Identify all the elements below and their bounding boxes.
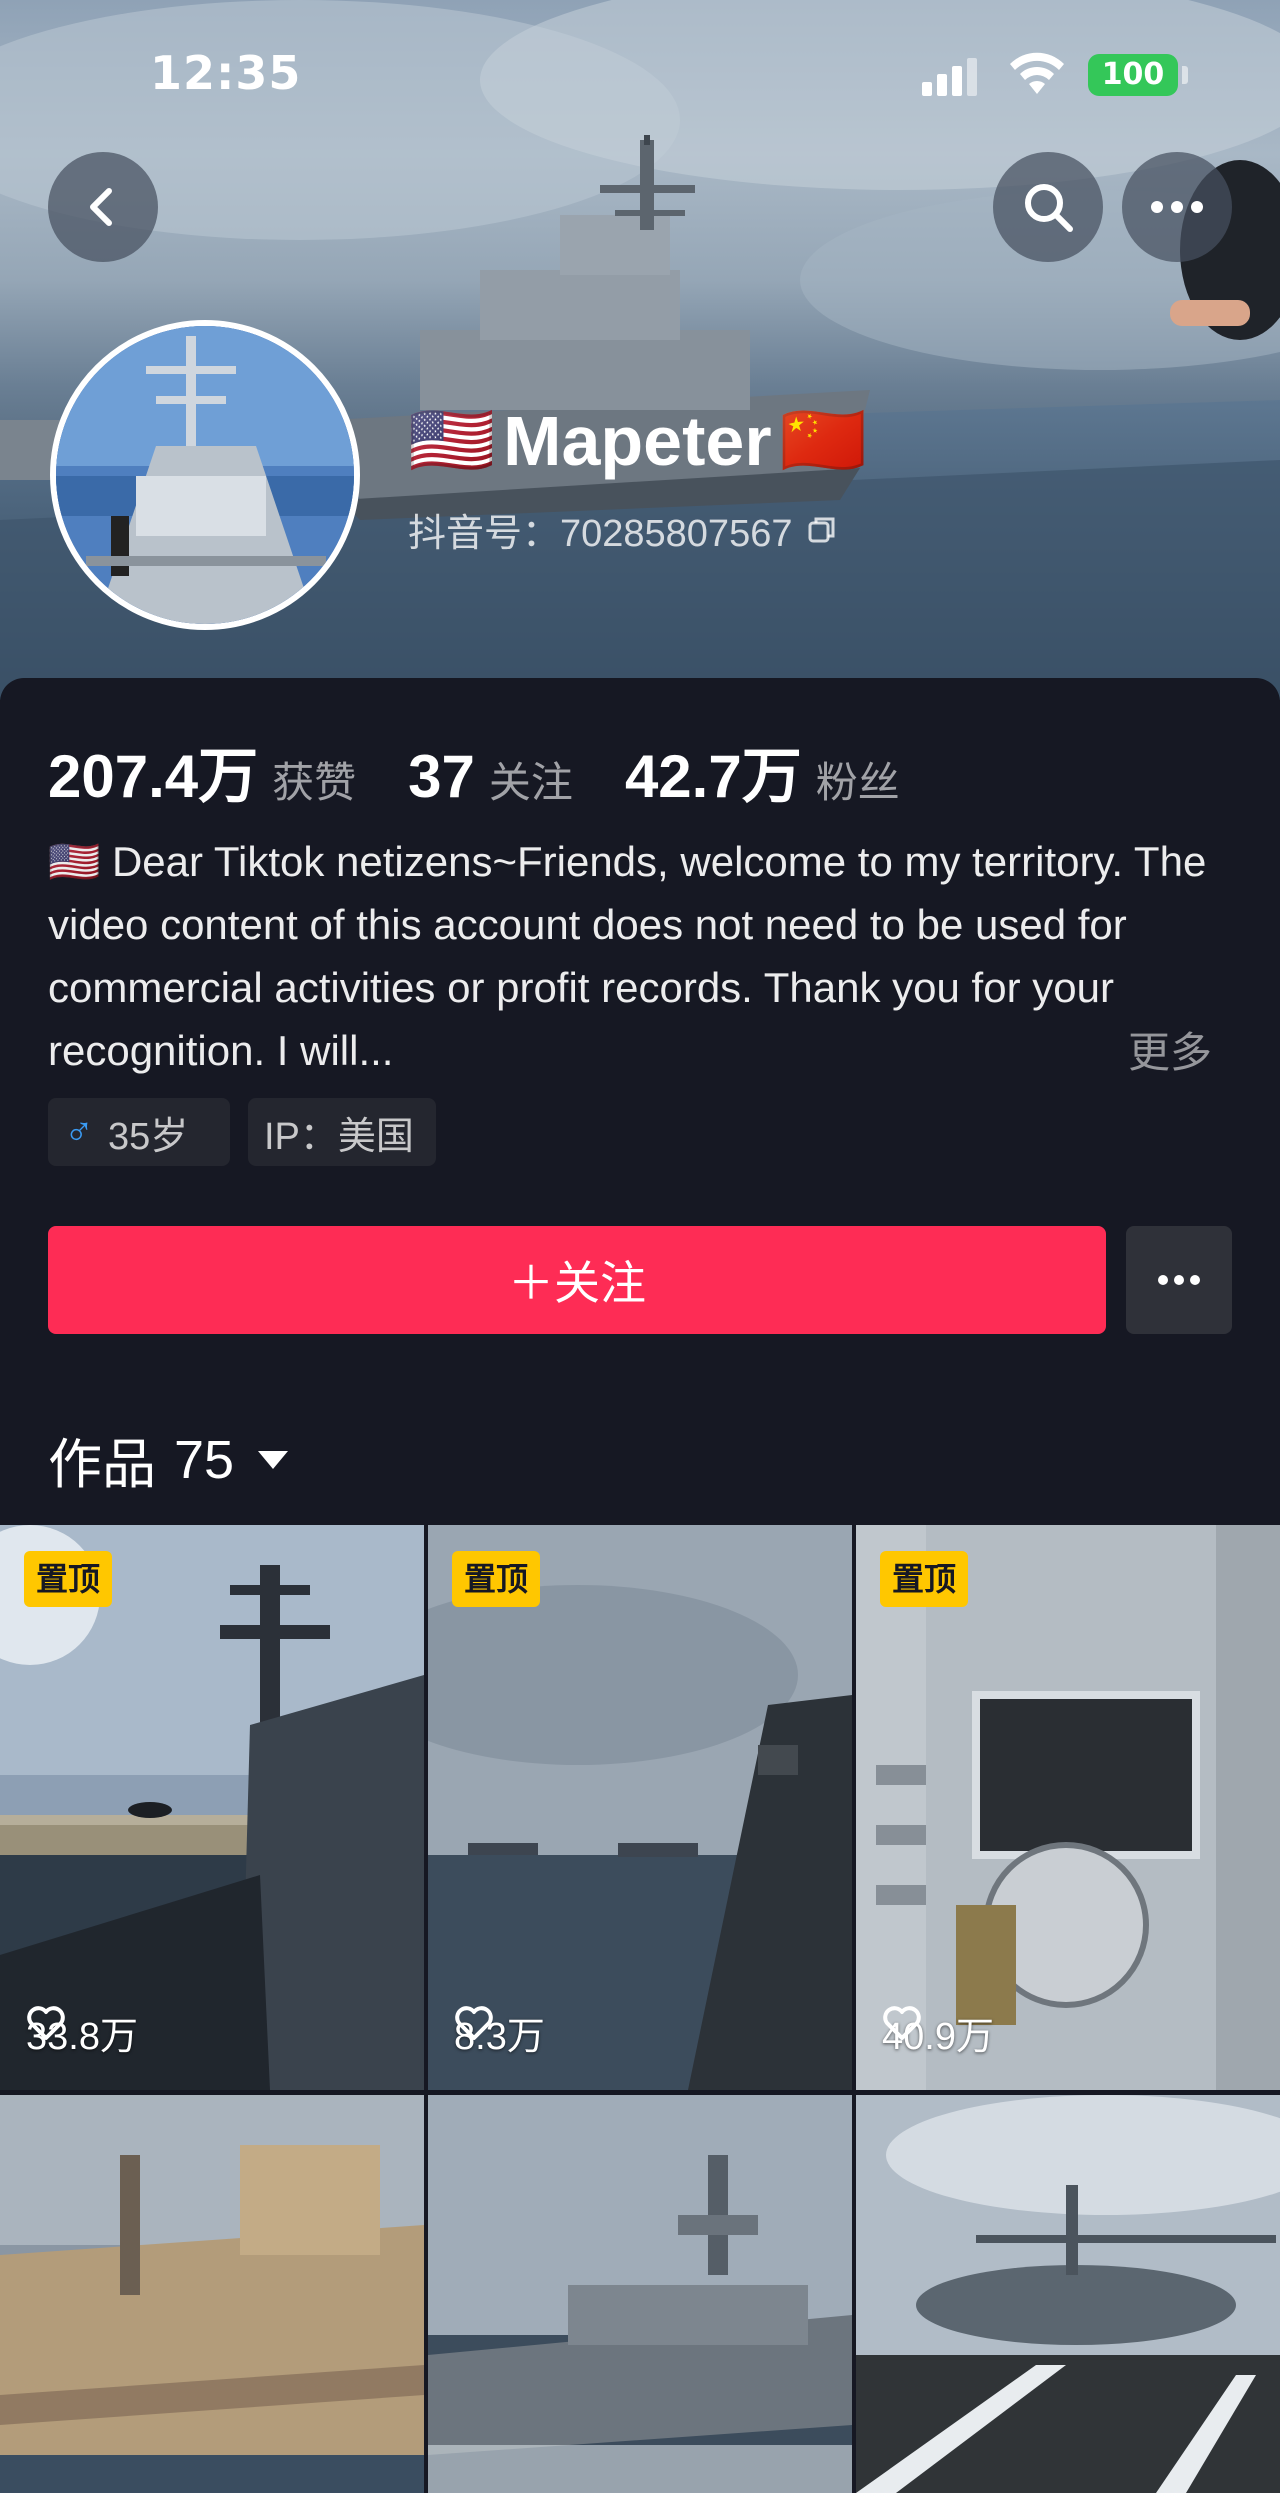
- ellipsis-icon: [1158, 1275, 1200, 1285]
- works-count: 75: [174, 1429, 235, 1490]
- wifi-icon: [1010, 52, 1064, 94]
- video-likes: 33.8万: [26, 2005, 138, 2060]
- video-thumbnail: [428, 2095, 852, 2493]
- follow-more-button[interactable]: [1126, 1226, 1232, 1334]
- following-count[interactable]: 37: [408, 742, 475, 811]
- ip-location-tag: IP：美国: [248, 1098, 436, 1166]
- video-tile[interactable]: [428, 2095, 852, 2493]
- copy-icon[interactable]: [806, 514, 838, 546]
- video-tile[interactable]: 置顶 40.9万: [856, 1525, 1280, 2090]
- status-time: 12:35: [150, 46, 302, 100]
- pinned-badge: 置顶: [24, 1551, 113, 1607]
- pinned-badge: 置顶: [880, 1551, 969, 1607]
- video-likes: 40.9万: [882, 2005, 994, 2060]
- video-tile[interactable]: [856, 2095, 1280, 2493]
- male-icon: ♂: [64, 1109, 94, 1154]
- video-tile[interactable]: 置顶 33.8万: [0, 1525, 424, 2090]
- flag-us: 🇺🇸: [408, 401, 496, 479]
- follow-button-label: ＋关注: [508, 1257, 646, 1309]
- back-button[interactable]: [48, 152, 158, 262]
- avatar[interactable]: [50, 320, 360, 630]
- username-text: Mapeter: [503, 402, 772, 480]
- video-thumbnail: [856, 2095, 1280, 2493]
- likes-label[interactable]: 获赞: [272, 749, 356, 810]
- works-tab-header[interactable]: 作品 75: [48, 1420, 289, 1499]
- profile-banner: 12:35 100 🇺🇸 Mapeter 🇨🇳 抖音号：70285807567: [0, 0, 1280, 700]
- heart-outline-icon: [455, 2006, 493, 2040]
- caret-down-icon: [258, 1450, 289, 1469]
- search-icon: [1025, 184, 1073, 232]
- flag-cn: 🇨🇳: [779, 401, 867, 479]
- profile-stats: 207.4万 获赞 37 关注 42.7万 粉丝: [48, 728, 952, 815]
- works-label: 作品: [48, 1435, 156, 1495]
- douyin-id: 抖音号：70285807567: [408, 502, 838, 557]
- video-grid: 置顶 33.8万 置顶 8.3万 置顶 40.9万: [0, 1525, 1280, 2493]
- age-tag: ♂ 35岁: [48, 1098, 230, 1166]
- followers-count[interactable]: 42.7万: [625, 728, 802, 815]
- status-bar: 12:35 100: [0, 0, 1280, 150]
- battery-tip: [1182, 66, 1188, 84]
- video-likes: 8.3万: [454, 2005, 545, 2060]
- video-tile[interactable]: 置顶 8.3万: [428, 1525, 852, 2090]
- pinned-badge: 置顶: [452, 1551, 541, 1607]
- avatar-image: [56, 326, 354, 624]
- ellipsis-icon: [1151, 201, 1203, 213]
- heart-outline-icon: [27, 2006, 65, 2040]
- follow-button[interactable]: ＋关注: [48, 1226, 1106, 1334]
- bio-more-link[interactable]: 更多: [1128, 1019, 1212, 1080]
- cellular-signal-icon: [922, 58, 977, 96]
- following-label[interactable]: 关注: [489, 749, 573, 810]
- bio-text: 🇺🇸 Dear Tiktok netizens~Friends, welcome…: [48, 838, 1207, 1074]
- heart-outline-icon: [883, 2006, 921, 2040]
- douyin-id-text: 抖音号：70285807567: [408, 513, 793, 555]
- more-options-button[interactable]: [1122, 152, 1232, 262]
- profile-name: 🇺🇸 Mapeter 🇨🇳: [408, 400, 867, 482]
- followers-label[interactable]: 粉丝: [816, 749, 900, 810]
- search-button[interactable]: [993, 152, 1103, 262]
- video-tile[interactable]: [0, 2095, 424, 2493]
- battery-indicator: 100: [1088, 54, 1178, 96]
- ip-text: IP：美国: [264, 1115, 414, 1158]
- age-text: 35岁: [108, 1115, 189, 1158]
- chevron-left-icon: [90, 188, 112, 226]
- likes-count[interactable]: 207.4万: [48, 728, 258, 815]
- video-thumbnail: [0, 2095, 424, 2493]
